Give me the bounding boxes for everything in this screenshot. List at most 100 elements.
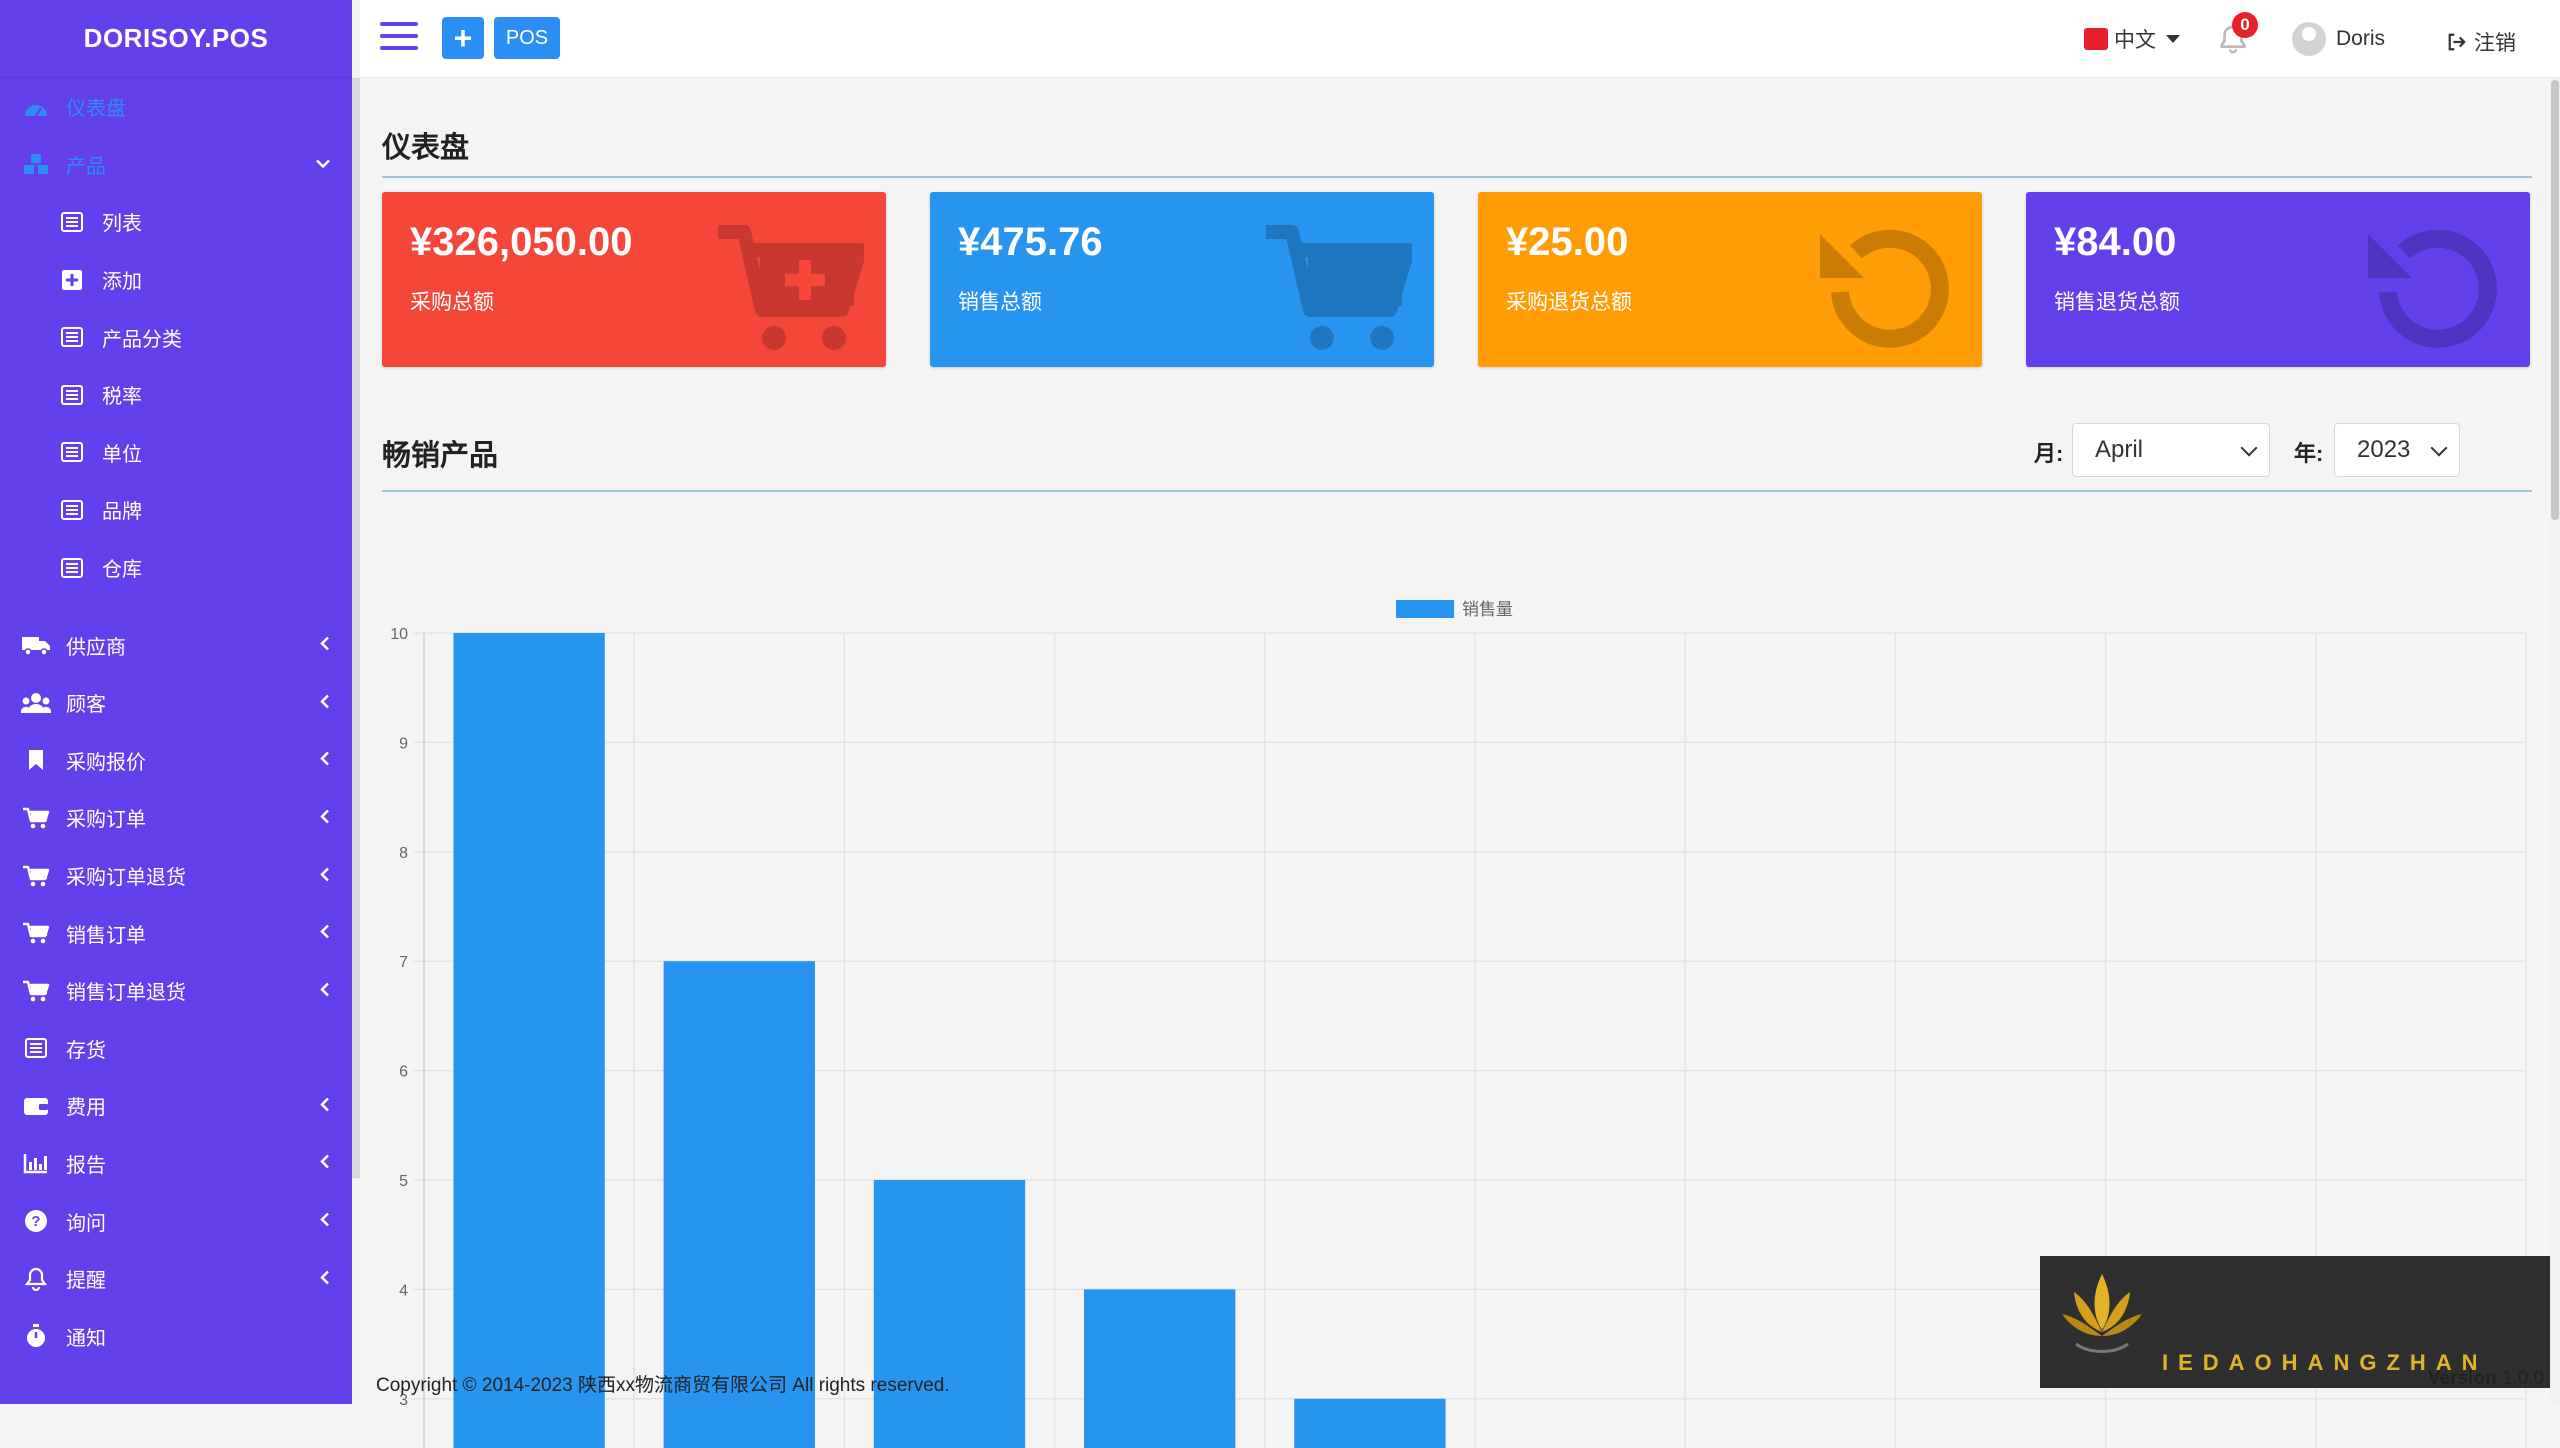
bar-1[interactable]: [453, 633, 605, 1448]
bar-4[interactable]: [1084, 1289, 1236, 1448]
undo-icon: [1820, 229, 1949, 348]
sidebar-item-4[interactable]: 添加: [0, 251, 352, 309]
sales-return-total-card: ¥84.00 销售退货总额: [2026, 192, 2530, 367]
chevron-left-icon: [320, 1095, 330, 1116]
version-number: 1.0.0: [2501, 1368, 2545, 1389]
sidebar-item-11[interactable]: 顾客: [0, 674, 352, 732]
sidebar-item-label: 税率: [102, 386, 142, 409]
chevron-left-icon: [320, 635, 330, 656]
sidebar-item-label: 询问: [66, 1212, 106, 1235]
users-icon: [20, 690, 52, 716]
sidebar-item-20[interactable]: ? 询问: [0, 1192, 352, 1250]
sidebar-item-7[interactable]: 单位: [0, 424, 352, 482]
chevron-left-icon: [320, 865, 330, 886]
sidebar-item-22[interactable]: 通知: [0, 1307, 352, 1365]
sidebar-menu: 仪表盘产品列表添加产品分类税率单位品牌仓库供应商顾客 采购报价采购订单采购订单退货…: [0, 78, 352, 1365]
user-avatar[interactable]: [2292, 22, 2326, 56]
sidebar-item-label: 销售订单退货: [66, 982, 186, 1005]
version-info: Version 1.0.0: [2428, 1368, 2544, 1390]
list-icon: [56, 497, 88, 523]
month-select[interactable]: April: [2072, 423, 2270, 477]
chevron-down-icon: [316, 154, 330, 175]
stopwatch-icon: [20, 1323, 52, 1349]
bell-icon: [20, 1266, 52, 1292]
dashboard-icon: [20, 94, 52, 120]
sidebar-item-label: 费用: [66, 1097, 106, 1120]
sidebar-item-2[interactable]: 产品: [0, 136, 352, 194]
wallet-icon: [20, 1093, 52, 1119]
quick-add-button[interactable]: +: [442, 17, 484, 59]
chevron-left-icon: [320, 1211, 330, 1232]
section-divider: [382, 490, 2532, 492]
month-select-value: April: [2095, 436, 2144, 463]
scrollbar-thumb[interactable]: [2551, 80, 2559, 520]
sidebar-item-1[interactable]: 仪表盘: [0, 78, 352, 136]
sidebar-item-16[interactable]: 销售订单退货: [0, 962, 352, 1020]
cart-icon: [20, 805, 52, 831]
list-icon: [56, 209, 88, 235]
user-name[interactable]: Doris: [2336, 27, 2385, 51]
sidebar-item-label: 通知: [66, 1327, 106, 1350]
card-amount: ¥326,050.00: [410, 220, 633, 264]
sidebar-scrollbar[interactable]: [352, 78, 360, 1178]
y-tick-label: 4: [399, 1282, 408, 1299]
sidebar-item-label: 提醒: [66, 1270, 106, 1293]
sidebar-item-label: 列表: [102, 213, 142, 236]
card-label: 销售总额: [958, 291, 1042, 314]
sidebar-item-18[interactable]: 费用: [0, 1077, 352, 1135]
purchase-return-total-card: ¥25.00 采购退货总额: [1478, 192, 1982, 367]
sidebar-item-label: 报告: [66, 1154, 106, 1177]
menu-toggle-icon[interactable]: [380, 22, 418, 52]
card-label: 采购总额: [410, 291, 494, 314]
language-selector[interactable]: 中文: [2084, 24, 2180, 54]
chevron-left-icon: [320, 750, 330, 771]
month-label: 月:: [2034, 441, 2064, 466]
plus-square-icon: [56, 267, 88, 293]
page-scrollbar[interactable]: [2550, 78, 2560, 1404]
title-divider: [382, 176, 2532, 178]
logout-button[interactable]: 注销: [2446, 27, 2516, 57]
sidebar-item-21[interactable]: 提醒: [0, 1250, 352, 1308]
sidebar-item-13[interactable]: 采购订单: [0, 789, 352, 847]
sidebar-item-12[interactable]: 采购报价: [0, 732, 352, 790]
sidebar-item-label: 采购订单: [66, 809, 146, 832]
sidebar-item-6[interactable]: 税率: [0, 366, 352, 424]
sidebar-item-label: 产品分类: [102, 328, 182, 351]
sidebar-item-label: 仪表盘: [66, 98, 126, 121]
sidebar-item-15[interactable]: 销售订单: [0, 904, 352, 962]
sidebar-item-19[interactable]: 报告: [0, 1135, 352, 1193]
sidebar-item-17[interactable]: 存货: [0, 1020, 352, 1078]
sidebar-item-label: 存货: [66, 1039, 106, 1062]
svg-text:?: ?: [31, 1213, 40, 1230]
sidebar-item-9[interactable]: 仓库: [0, 539, 352, 597]
sales-total-card: ¥475.76 销售总额: [930, 192, 1434, 367]
lotus-logo-icon: [2062, 1274, 2142, 1353]
chevron-left-icon: [320, 692, 330, 713]
version-label: Version: [2428, 1368, 2497, 1389]
sidebar-item-label: 采购订单退货: [66, 867, 186, 890]
year-select[interactable]: 2023: [2334, 423, 2460, 477]
sidebar-item-label: 单位: [102, 443, 142, 466]
cubes-icon: [20, 151, 52, 177]
menu-spacer: [0, 596, 352, 616]
sidebar-item-5[interactable]: 产品分类: [0, 308, 352, 366]
year-select-value: 2023: [2357, 436, 2411, 463]
brand-logo[interactable]: DORISOY.POS: [0, 0, 352, 78]
sidebar: DORISOY.POS 仪表盘 产品 列表 添加 产品分类 税率 单位 品牌 仓库 供应商 顾客 采购…: [0, 0, 352, 1404]
y-tick-label: 7: [399, 954, 408, 971]
caret-down-icon: [2166, 35, 2180, 43]
pos-button[interactable]: POS: [494, 17, 560, 59]
legend-swatch[interactable]: [1396, 600, 1454, 618]
bar-5[interactable]: [1294, 1398, 1446, 1448]
chevron-down-icon: [2430, 439, 2448, 457]
bar-3[interactable]: [873, 1179, 1026, 1448]
sidebar-item-3[interactable]: 列表: [0, 193, 352, 251]
sidebar-item-label: 供应商: [66, 636, 126, 659]
sidebar-item-label: 仓库: [102, 559, 142, 582]
sidebar-item-14[interactable]: 采购订单退货: [0, 847, 352, 905]
y-tick-label: 8: [399, 845, 408, 862]
sidebar-item-8[interactable]: 品牌: [0, 481, 352, 539]
card-label: 销售退货总额: [2054, 291, 2180, 314]
sidebar-item-10[interactable]: 供应商: [0, 616, 352, 674]
undo-icon: [2368, 229, 2497, 348]
